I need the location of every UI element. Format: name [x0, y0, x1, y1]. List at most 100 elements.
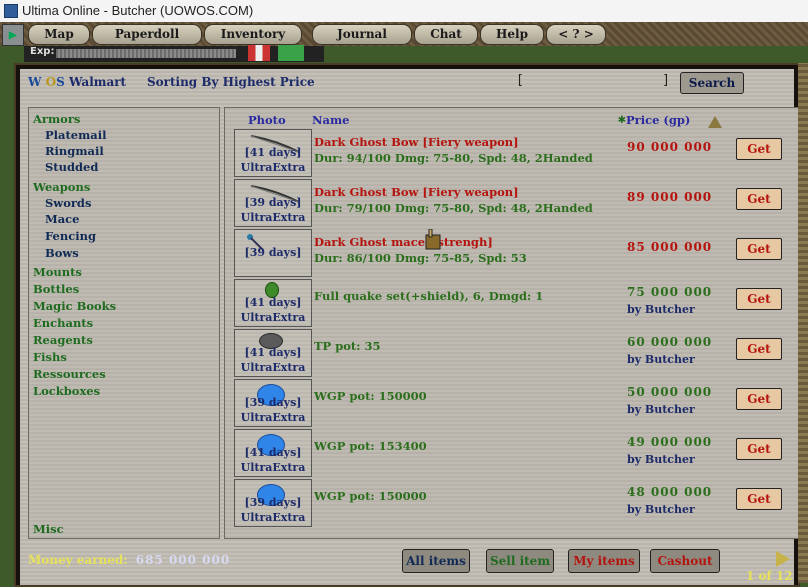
item-photo: [39 days]: [234, 229, 312, 277]
search-bracket-close: ]: [662, 73, 670, 88]
get-button[interactable]: Get: [736, 288, 782, 310]
category-weapons[interactable]: Weapons: [33, 180, 90, 194]
get-button[interactable]: Get: [736, 138, 782, 160]
listing-name: Dark Ghost mace l strengh]: [314, 235, 493, 249]
listing-row[interactable]: [39 days] UltraExtra WGP pot: 150000 48 …: [230, 479, 796, 527]
category-fencing[interactable]: Fencing: [45, 229, 96, 243]
category-mace[interactable]: Mace: [45, 212, 80, 226]
listing-price: 85 000 000: [627, 240, 713, 254]
my-items-button[interactable]: My items: [568, 549, 640, 573]
item-photo: [39 days] UltraExtra: [234, 479, 312, 527]
page-indicator: 1 of 12: [746, 569, 793, 583]
listing-row[interactable]: [39 days] Dark Ghost mace l strengh] Dur…: [230, 229, 796, 277]
menu-journal[interactable]: Journal: [312, 24, 412, 45]
listing-tag: UltraExtra: [240, 411, 306, 424]
all-items-button[interactable]: All items: [402, 549, 470, 573]
category-bottles[interactable]: Bottles: [33, 282, 79, 296]
category-lockboxes[interactable]: Lockboxes: [33, 384, 100, 398]
item-photo: [41 days] UltraExtra: [234, 129, 312, 177]
cashout-button[interactable]: Cashout: [650, 549, 720, 573]
listing-name: WGP pot: 150000: [314, 489, 427, 503]
item-photo: [39 days] UltraExtra: [234, 179, 312, 227]
category-ringmail[interactable]: Ringmail: [45, 144, 104, 158]
listing-row[interactable]: [41 days] UltraExtra WGP pot: 153400 49 …: [230, 429, 796, 477]
category-misc[interactable]: Misc: [33, 522, 64, 536]
menu-paperdoll[interactable]: Paperdoll: [92, 24, 202, 45]
sell-item-button[interactable]: Sell item: [486, 549, 554, 573]
listing-days: [41 days]: [244, 446, 302, 459]
flag-icon[interactable]: [248, 45, 270, 61]
listing-name: Full quake set(+shield), 6, Dmgd: 1: [314, 289, 544, 303]
get-button[interactable]: Get: [736, 488, 782, 510]
listing-tag: UltraExtra: [240, 211, 306, 224]
window-titlebar: Ultima Online - Butcher (UOWOS.COM): [0, 0, 808, 23]
get-button[interactable]: Get: [736, 438, 782, 460]
search-input[interactable]: [ ]: [516, 73, 670, 90]
title-letter-w: W: [28, 75, 42, 89]
item-photo: [41 days] UltraExtra: [234, 279, 312, 327]
shop-window: W OS Walmart Sorting By Highest Price [ …: [14, 63, 800, 587]
listing-row[interactable]: [39 days] UltraExtra WGP pot: 150000 50 …: [230, 379, 796, 427]
sort-arrow-icon[interactable]: [708, 116, 722, 128]
status-icon[interactable]: [278, 45, 304, 61]
category-mounts[interactable]: Mounts: [33, 265, 82, 279]
listing-days: [39 days]: [244, 246, 302, 259]
listing-name: TP pot: 35: [314, 339, 381, 353]
category-bows[interactable]: Bows: [45, 246, 79, 260]
category-reagents[interactable]: Reagents: [33, 333, 93, 347]
menu-chat[interactable]: Chat: [414, 24, 478, 45]
listing-row[interactable]: [41 days] UltraExtra Full quake set(+shi…: [230, 279, 796, 327]
listing-days: [41 days]: [244, 296, 302, 309]
menu-inventory[interactable]: Inventory: [204, 24, 302, 45]
item-photo: [41 days] UltraExtra: [234, 429, 312, 477]
listing-tag: UltraExtra: [240, 161, 306, 174]
listing-price: 50 000 000: [627, 385, 713, 399]
menu-map[interactable]: Map: [28, 24, 90, 45]
money-value: 685 000 000: [135, 553, 231, 567]
listing-name: Dark Ghost Bow [Fiery weapon]: [314, 185, 519, 199]
category-armors[interactable]: Armors: [33, 112, 80, 126]
favorite-icon[interactable]: ✱: [618, 112, 626, 127]
listing-price: 49 000 000: [627, 435, 713, 449]
get-button[interactable]: Get: [736, 238, 782, 260]
next-page-icon[interactable]: [776, 551, 790, 567]
listing-price: 48 000 000: [627, 485, 713, 499]
category-magic-books[interactable]: Magic Books: [33, 299, 116, 313]
play-icon[interactable]: ▶: [2, 24, 24, 46]
listing-tag: UltraExtra: [240, 461, 306, 474]
listing-tag: UltraExtra: [240, 361, 306, 374]
world-edge: [798, 63, 808, 583]
listing-row[interactable]: [41 days] UltraExtra TP pot: 35 60 000 0…: [230, 329, 796, 377]
listing-price: 90 000 000: [627, 140, 713, 154]
menu-help[interactable]: Help: [480, 24, 544, 45]
search-button[interactable]: Search: [680, 72, 744, 94]
listing-price: 75 000 000: [627, 285, 713, 299]
search-bracket-open: [: [516, 73, 524, 88]
get-button[interactable]: Get: [736, 388, 782, 410]
listing-price: 89 000 000: [627, 190, 713, 204]
listing-days: [41 days]: [244, 146, 302, 159]
get-button[interactable]: Get: [736, 188, 782, 210]
column-photo: Photo: [248, 113, 286, 127]
listing-price: 60 000 000: [627, 335, 713, 349]
shop-window-body: W OS Walmart Sorting By Highest Price [ …: [20, 69, 800, 585]
category-enchants[interactable]: Enchants: [33, 316, 93, 330]
cursor-hand-icon: [425, 229, 441, 250]
category-studded[interactable]: Studded: [45, 160, 98, 174]
get-button[interactable]: Get: [736, 338, 782, 360]
money-earned: Money earned: 685 000 000: [28, 553, 230, 567]
category-swords[interactable]: Swords: [45, 196, 91, 210]
category-panel: Armors Platemail Ringmail Studded Weapon…: [28, 107, 220, 539]
title-letter-s: S: [56, 75, 65, 89]
title-letter-o: O: [45, 75, 57, 89]
exp-label: Exp:: [30, 46, 55, 57]
listing-row[interactable]: [41 days] UltraExtra Dark Ghost Bow [Fie…: [230, 129, 796, 177]
listing-name: Dark Ghost Bow [Fiery weapon]: [314, 135, 519, 149]
category-platemail[interactable]: Platemail: [45, 128, 106, 142]
category-ressources[interactable]: Ressources: [33, 367, 106, 381]
listing-row[interactable]: [39 days] UltraExtra Dark Ghost Bow [Fie…: [230, 179, 796, 227]
shop-header: W OS Walmart Sorting By Highest Price: [28, 75, 315, 89]
listing-seller: by Butcher: [627, 403, 695, 416]
category-fishs[interactable]: Fishs: [33, 350, 67, 364]
menu-nav-arrows[interactable]: < ? >: [546, 24, 606, 45]
